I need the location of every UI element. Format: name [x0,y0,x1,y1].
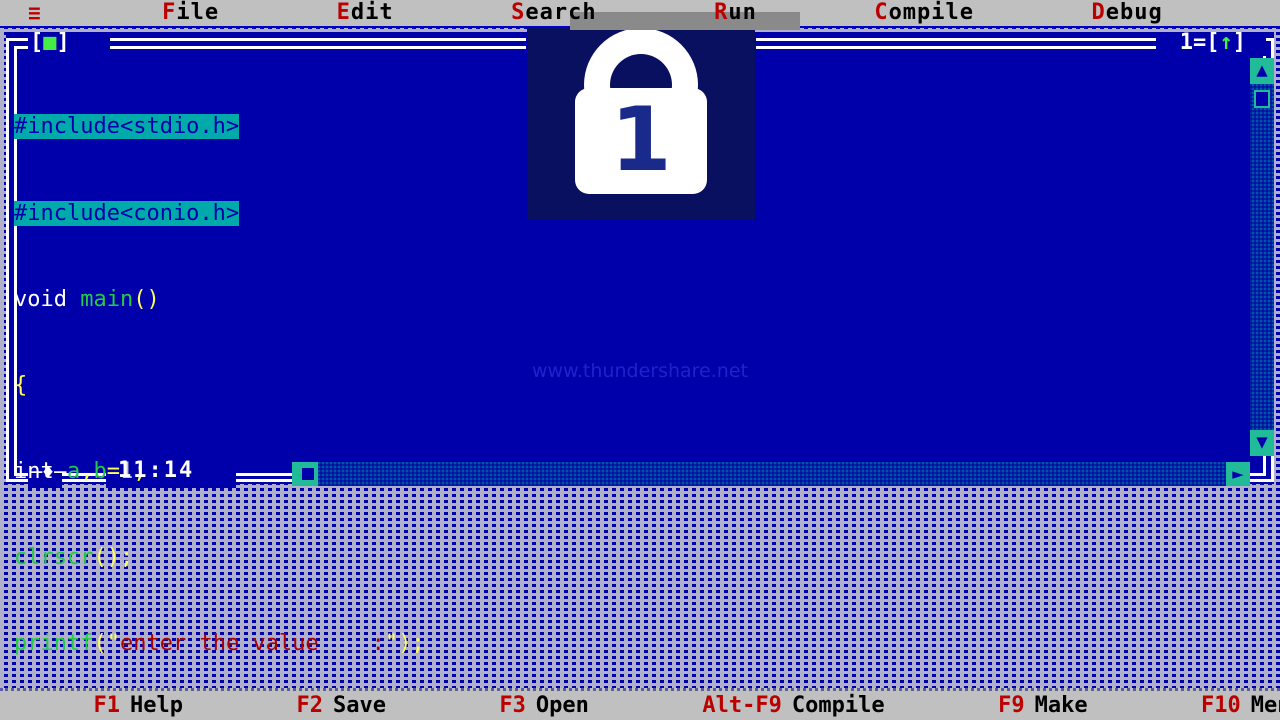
menu-compile-hotkey: C [874,0,889,25]
close-square-icon: ■ [43,30,57,55]
scroll-right-arrow-icon[interactable]: ► [1226,462,1250,486]
menu-file-hotkey: F [162,0,177,25]
horizontal-scrollbar-thumb[interactable] [300,466,316,482]
vertical-scrollbar-track[interactable] [1250,58,1274,456]
code-line-1-text: #include<stdio.h> [14,114,240,140]
menu-compile[interactable]: Compile [789,0,974,52]
fnkey-f10-menu[interactable]: F10 Menu [1122,667,1280,720]
vertical-scrollbar-thumb[interactable] [1254,90,1270,108]
code-line-2-text: #include<conio.h> [14,200,240,226]
fnkey-f9-make[interactable]: F9 Make [919,667,1088,720]
menu-search-label: earch [525,0,597,25]
fnkey-f10-key: F10 [1201,692,1241,718]
code-line: clrscr(); [14,544,134,570]
fnkey-f9-label: Make [1034,692,1088,718]
menu-debug[interactable]: Debug [1006,0,1163,52]
menu-run-label: un [728,0,757,25]
fnkey-altf9-key: Alt-F9 [702,692,782,718]
padlock-digit: 1 [610,88,672,191]
cursor-position-indicator: 11:14 [118,458,195,483]
menu-edit-label: dit [350,0,394,25]
window-close-box[interactable]: [■] [30,32,70,54]
menu-search[interactable]: Search [426,0,597,52]
close-bracket-right: ] [56,30,70,55]
code-line: void main() [14,286,160,312]
scroll-down-arrow-icon[interactable]: ▼ [1250,430,1274,456]
fnkey-f2-save[interactable]: F2 Save [217,667,386,720]
menu-project[interactable]: Project [1195,0,1280,52]
window-resize-handle[interactable]: ─♦─ [30,462,66,482]
window-frame-left-outer [6,38,9,482]
fnkey-f1-label: Help [129,692,183,718]
scroll-up-arrow-icon[interactable]: ▲ [1250,58,1274,84]
menu-edit-hotkey: E [336,0,351,25]
fnkey-f3-label: Open [535,692,589,718]
fnkey-f10-label: Menu [1250,692,1280,718]
fnkey-f9-key: F9 [998,692,1025,718]
ide-screen: ≡ File Edit Search Run Compile Debug Pro… [0,0,1280,720]
fnkey-altf9-compile[interactable]: Alt-F9 Compile [623,667,885,720]
menu-icon[interactable]: ≡ [28,1,41,25]
menu-debug-label: ebug [1105,0,1163,25]
fnkey-altf9-label: Compile [791,692,885,718]
function-key-bar: F1 Help F2 Save F3 Open Alt-F9 Compile F9 Mak… [0,688,1280,720]
close-bracket-left: [ [30,30,44,55]
menu-search-hotkey: S [511,0,526,25]
fnkey-f1-help[interactable]: F1 Help [14,667,183,720]
fnkey-f1-key: F1 [93,692,120,718]
watermark-text: www.thundershare.net [532,360,748,382]
menu-run[interactable]: Run [629,0,757,52]
menu-edit[interactable]: Edit [251,0,393,52]
code-line: printf("enter the value :"); [14,630,425,656]
fnkey-f2-label: Save [332,692,386,718]
menu-file-label: ile [176,0,220,25]
fnkey-f3-open[interactable]: F3 Open [420,667,589,720]
menu-compile-label: ompile [888,0,975,25]
menu-run-hotkey: R [714,0,729,25]
menu-bar: ≡ File Edit Search Run Compile Debug Pro… [0,0,1280,30]
fnkey-f2-key: F2 [296,692,323,718]
horizontal-scrollbar-track[interactable] [292,462,1244,486]
fnkey-f3-key: F3 [499,692,526,718]
menu-debug-hotkey: D [1091,0,1106,25]
menu-file[interactable]: File [77,0,219,52]
